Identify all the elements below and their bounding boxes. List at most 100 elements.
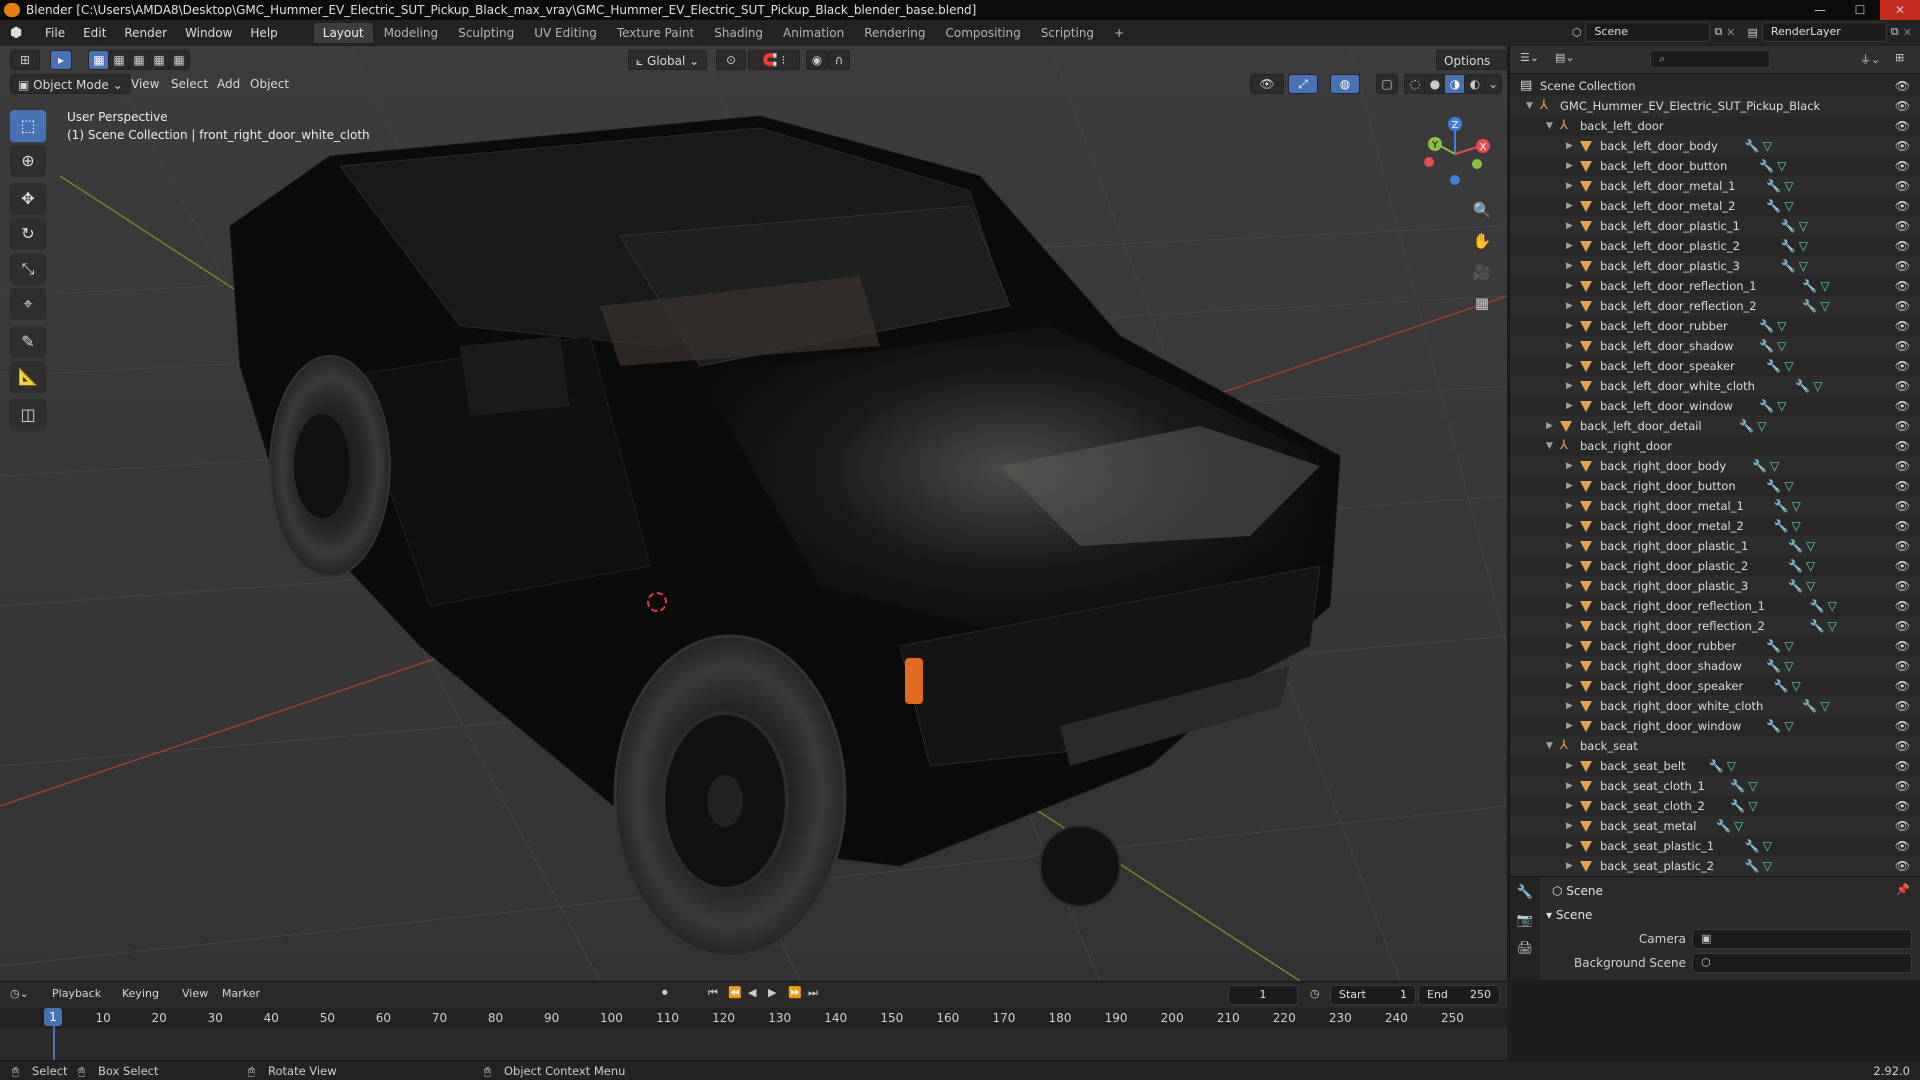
outliner-row[interactable]: ▼ ⅄ back_left_door 👁 [1510, 116, 1920, 136]
visibility-eye-icon[interactable]: 👁 [1895, 856, 1910, 876]
expand-arrow-right-icon[interactable]: ▶ [1566, 676, 1576, 696]
visibility-eye-icon[interactable]: 👁 [1895, 136, 1910, 156]
visibility-eye-icon[interactable]: 👁 [1895, 336, 1910, 356]
visibility-eye-icon[interactable]: 👁 [1895, 216, 1910, 236]
expand-arrow-right-icon[interactable]: ▶ [1566, 336, 1576, 356]
modifier-wrench-icon[interactable]: 🔧 [1802, 696, 1817, 716]
expand-arrow-down-icon[interactable]: ▼ [1526, 96, 1536, 116]
display-mode-icon[interactable]: ▤⌄ [1555, 51, 1575, 64]
visibility-eye-icon[interactable]: 👁 [1895, 76, 1910, 96]
mesh-data-icon[interactable]: ▽ [1792, 496, 1801, 516]
expand-arrow-right-icon[interactable]: ▶ [1566, 476, 1576, 496]
expand-arrow-right-icon[interactable]: ▶ [1566, 616, 1576, 636]
gizmo-neg-z-handle[interactable] [1450, 175, 1460, 185]
expand-arrow-right-icon[interactable]: ▶ [1566, 756, 1576, 776]
expand-arrow-right-icon[interactable]: ▶ [1566, 536, 1576, 556]
mesh-data-icon[interactable]: ▽ [1763, 836, 1772, 856]
visibility-eye-icon[interactable]: 👁 [1895, 436, 1910, 456]
mesh-data-icon[interactable]: ▽ [1784, 196, 1793, 216]
modifier-wrench-icon[interactable]: 🔧 [1716, 816, 1731, 836]
mesh-data-icon[interactable]: ▽ [1734, 816, 1743, 836]
visibility-eye-icon[interactable]: 👁 [1895, 416, 1910, 436]
expand-arrow-right-icon[interactable]: ▶ [1566, 316, 1576, 336]
modifier-wrench-icon[interactable]: 🔧 [1730, 776, 1745, 796]
visibility-eye-icon[interactable]: 👁 [1895, 596, 1910, 616]
scene-selector[interactable]: Scene [1585, 22, 1711, 42]
outliner-row[interactable]: ▶ back_right_door_plastic_3 🔧 ▽ 👁 [1510, 576, 1920, 596]
outliner-row[interactable]: ▶ back_left_door_body 🔧 ▽ 👁 [1510, 136, 1920, 156]
outliner-row[interactable]: ▶ back_right_door_speaker 🔧 ▽ 👁 [1510, 676, 1920, 696]
rear-right-wheel[interactable] [1039, 825, 1121, 907]
expand-arrow-right-icon[interactable]: ▶ [1566, 856, 1576, 876]
3d-cursor-icon[interactable] [647, 592, 667, 612]
outliner-search-input[interactable]: ⌕ [1650, 50, 1770, 68]
modifier-wrench-icon[interactable]: 🔧 [1788, 556, 1803, 576]
rear-wheel[interactable] [269, 355, 391, 577]
visibility-eye-icon[interactable]: 👁 [1895, 776, 1910, 796]
annotate-tool-icon[interactable]: ✎ [10, 326, 46, 358]
modifier-wrench-icon[interactable]: 🔧 [1766, 636, 1781, 656]
outliner-row[interactable]: ▶ back_seat_belt 🔧 ▽ 👁 [1510, 756, 1920, 776]
visibility-eye-icon[interactable]: 👁 [1895, 556, 1910, 576]
mesh-data-icon[interactable]: ▽ [1777, 316, 1786, 336]
outliner-row[interactable]: ▶ back_left_door_metal_2 🔧 ▽ 👁 [1510, 196, 1920, 216]
viewport-menu-object[interactable]: Object [250, 74, 289, 94]
tab-layout[interactable]: Layout [313, 23, 373, 43]
expand-arrow-right-icon[interactable]: ▶ [1566, 796, 1576, 816]
mesh-data-icon[interactable]: ▽ [1763, 856, 1772, 876]
tab-rendering[interactable]: Rendering [855, 23, 934, 43]
scale-tool-icon[interactable]: ⤡ [10, 253, 46, 285]
preview-range-icon[interactable]: ◷ [1310, 987, 1320, 1000]
outliner-row[interactable]: ▶ back_right_door_button 🔧 ▽ 👁 [1510, 476, 1920, 496]
modifier-wrench-icon[interactable]: 🔧 [1774, 496, 1789, 516]
mesh-data-icon[interactable]: ▽ [1799, 256, 1808, 276]
select-mode-icon[interactable]: ▸ [50, 50, 72, 70]
expand-arrow-down-icon[interactable]: ▼ [1546, 736, 1556, 756]
expand-arrow-right-icon[interactable]: ▶ [1566, 656, 1576, 676]
pan-hand-icon[interactable]: ✋ [1467, 227, 1497, 255]
expand-arrow-right-icon[interactable]: ▶ [1566, 276, 1576, 296]
visibility-eye-icon[interactable]: 👁 [1895, 496, 1910, 516]
material-preview-shading-icon[interactable]: ◑ [1444, 74, 1466, 94]
outliner-row[interactable]: ▶ back_right_door_white_cloth 🔧 ▽ 👁 [1510, 696, 1920, 716]
mesh-data-icon[interactable]: ▽ [1727, 756, 1736, 776]
jump-keyframe-back-icon[interactable]: ⏪ [728, 986, 742, 999]
add-cube-tool-icon[interactable]: ◫ [10, 399, 46, 431]
expand-arrow-down-icon[interactable]: ▼ [1546, 436, 1556, 456]
expand-arrow-right-icon[interactable]: ▶ [1566, 596, 1576, 616]
jump-end-icon[interactable]: ⏭ [808, 986, 818, 1000]
visibility-eye-icon[interactable]: 👁 [1895, 116, 1910, 136]
modifier-wrench-icon[interactable]: 🔧 [1802, 296, 1817, 316]
viewport-menu-select[interactable]: Select [171, 74, 208, 94]
outliner-row[interactable]: ▶ back_left_door_shadow 🔧 ▽ 👁 [1510, 336, 1920, 356]
visibility-eye-icon[interactable]: 👁 [1895, 816, 1910, 836]
outliner-row[interactable]: ▶ back_seat_plastic_1 🔧 ▽ 👁 [1510, 836, 1920, 856]
remove-scene-icon[interactable]: ✕ [1726, 26, 1735, 39]
mesh-data-icon[interactable]: ▽ [1784, 656, 1793, 676]
visibility-eye-icon[interactable]: 👁 [1895, 756, 1910, 776]
visibility-eye-icon[interactable]: 👁 [1895, 236, 1910, 256]
modifier-wrench-icon[interactable]: 🔧 [1774, 676, 1789, 696]
outliner-row[interactable]: ▶ back_left_door_window 🔧 ▽ 👁 [1510, 396, 1920, 416]
outliner-row[interactable]: ▶ back_seat_cloth_2 🔧 ▽ 👁 [1510, 796, 1920, 816]
outliner-row[interactable]: ▶ back_left_door_speaker 🔧 ▽ 👁 [1510, 356, 1920, 376]
outliner-row[interactable]: ▶ back_seat_plastic_2 🔧 ▽ 👁 [1510, 856, 1920, 876]
expand-arrow-right-icon[interactable]: ▶ [1566, 156, 1576, 176]
mesh-data-icon[interactable]: ▽ [1777, 396, 1786, 416]
modifier-wrench-icon[interactable]: 🔧 [1810, 596, 1825, 616]
outliner-row[interactable]: ▶ back_left_door_white_cloth 🔧 ▽ 👁 [1510, 376, 1920, 396]
select-box-subtract-icon[interactable]: ▦ [128, 50, 150, 70]
play-reverse-icon[interactable]: ◀ [748, 986, 756, 999]
expand-arrow-right-icon[interactable]: ▶ [1566, 296, 1576, 316]
modifier-wrench-icon[interactable]: 🔧 [1745, 836, 1760, 856]
timeline-menu-playback[interactable]: Playback [52, 987, 101, 1000]
mesh-data-icon[interactable]: ▽ [1748, 776, 1757, 796]
visibility-eye-icon[interactable]: 👁 [1895, 696, 1910, 716]
expand-arrow-right-icon[interactable]: ▶ [1566, 216, 1576, 236]
outliner-row[interactable]: ▤ Scene Collection 👁 [1510, 76, 1920, 96]
visibility-eye-icon[interactable]: 👁 [1895, 636, 1910, 656]
expand-arrow-right-icon[interactable]: ▶ [1566, 516, 1576, 536]
modifier-wrench-icon[interactable]: 🔧 [1766, 196, 1781, 216]
modifier-wrench-icon[interactable]: 🔧 [1766, 176, 1781, 196]
tab-shading[interactable]: Shading [705, 23, 772, 43]
